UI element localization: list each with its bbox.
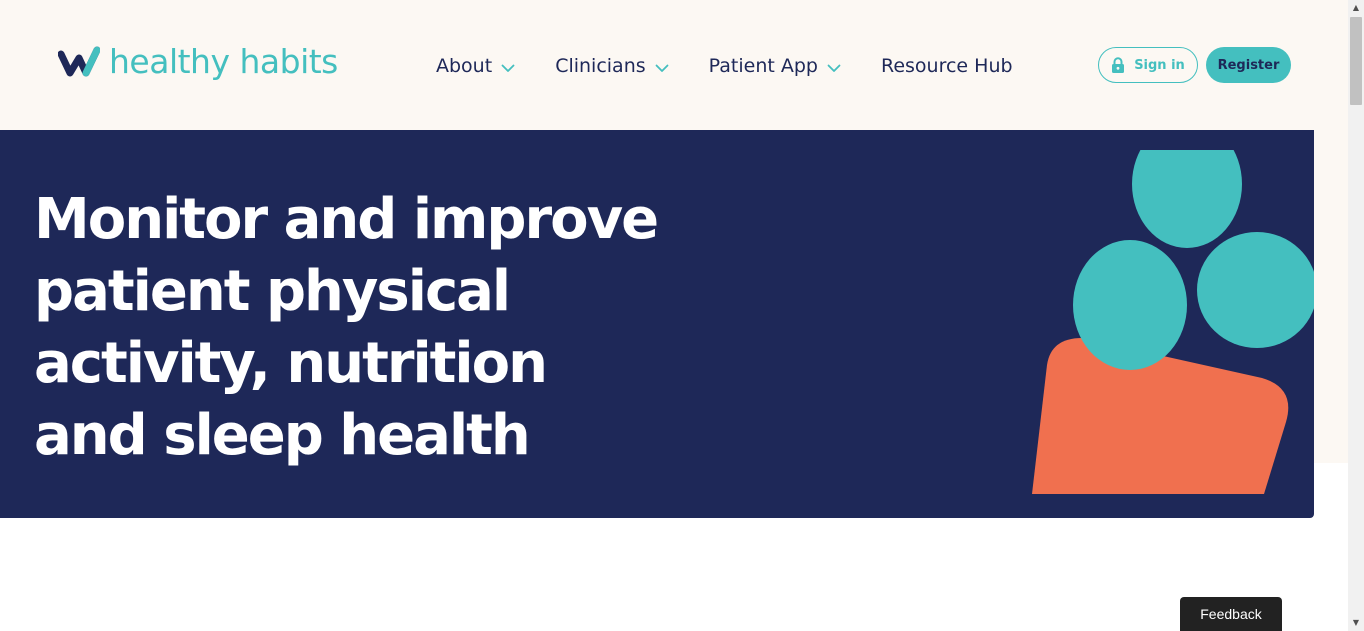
hero-banner: Monitor and improve patient physical act… [0,130,1314,518]
healthy-habits-logo-icon [58,46,100,77]
teal-ellipse-right [1197,232,1314,348]
scroll-down-arrow-icon[interactable]: ▼ [1348,615,1364,631]
nav-item-label: Patient App [708,55,818,77]
teal-ellipse-left [1073,240,1187,370]
scroll-up-arrow-icon[interactable]: ▲ [1348,0,1364,16]
logo-text: healthy habits [109,42,338,81]
register-label: Register [1217,57,1280,73]
feedback-label: Feedback [1200,606,1262,622]
main-nav: About Clinicians Patient App Resource Hu… [436,52,1013,80]
sign-in-label: Sign in [1134,57,1185,73]
sign-in-button[interactable]: Sign in [1098,47,1198,83]
nav-item-clinicians[interactable]: Clinicians [555,52,669,80]
scrollbar-thumb[interactable] [1350,17,1362,105]
logo-link[interactable]: healthy habits [58,42,338,82]
vertical-scrollbar[interactable]: ▲ ▼ [1348,0,1364,631]
nav-item-label: About [436,55,493,77]
coral-shape [1032,338,1289,494]
nav-item-label: Resource Hub [880,55,1013,77]
chevron-down-icon [827,64,841,72]
lock-icon [1112,57,1125,73]
nav-item-patient-app[interactable]: Patient App [709,52,841,80]
nav-item-resource-hub[interactable]: Resource Hub [881,52,1013,80]
hero-backdrop [1314,130,1348,463]
nav-item-about[interactable]: About [436,52,515,80]
site-header: healthy habits About Clinicians Patient … [0,0,1348,130]
teal-ellipse-top [1132,150,1242,248]
feedback-button[interactable]: Feedback [1180,597,1282,631]
register-button[interactable]: Register [1206,47,1291,83]
abstract-person-group-illustration [1032,150,1314,494]
hero-title: Monitor and improve patient physical act… [34,187,659,468]
nav-item-label: Clinicians [555,55,646,77]
chevron-down-icon [501,64,515,72]
chevron-down-icon [655,64,669,72]
